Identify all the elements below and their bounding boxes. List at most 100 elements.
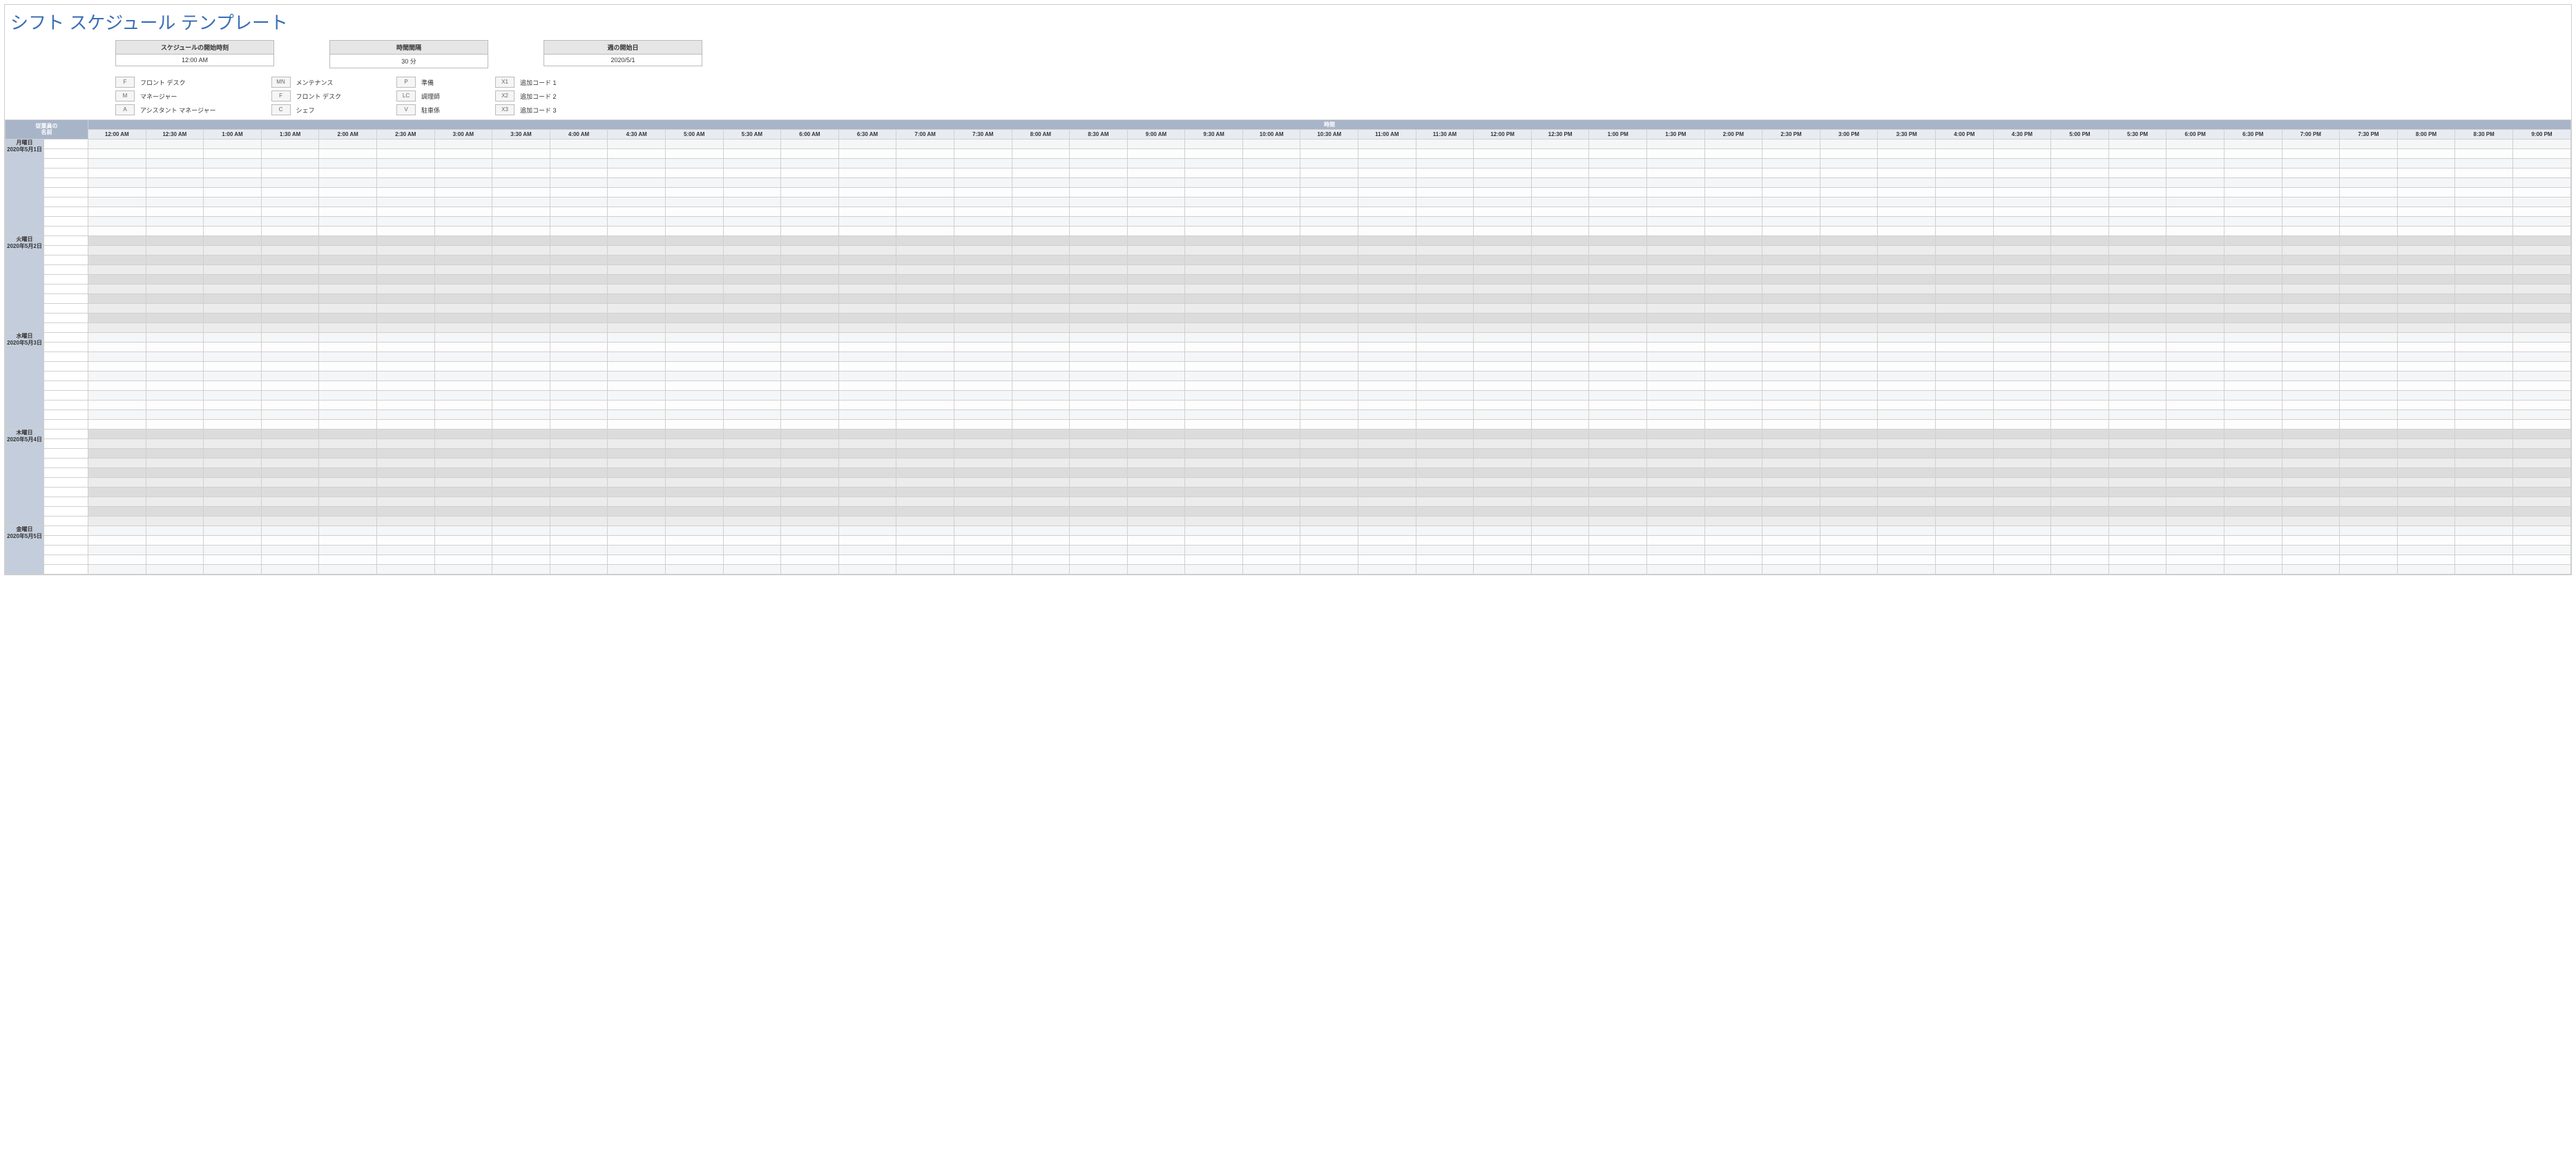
time-slot[interactable] (954, 265, 1012, 275)
employee-name-cell[interactable] (44, 149, 88, 159)
time-slot[interactable] (1474, 526, 1532, 536)
time-slot[interactable] (1474, 391, 1532, 401)
time-slot[interactable] (434, 333, 492, 343)
time-slot[interactable] (1012, 372, 1070, 381)
time-slot[interactable] (1589, 304, 1647, 314)
time-slot[interactable] (1878, 536, 1936, 546)
time-slot[interactable] (1878, 314, 1936, 323)
time-slot[interactable] (1878, 333, 1936, 343)
time-slot[interactable] (2166, 178, 2224, 188)
time-slot[interactable] (2455, 507, 2513, 517)
time-slot[interactable] (2455, 401, 2513, 410)
time-slot[interactable] (723, 304, 781, 314)
time-slot[interactable] (146, 526, 204, 536)
time-slot[interactable] (781, 430, 839, 439)
time-slot[interactable] (954, 439, 1012, 449)
time-slot[interactable] (434, 381, 492, 391)
time-slot[interactable] (1242, 546, 1300, 555)
time-slot[interactable] (608, 497, 666, 507)
time-slot[interactable] (1878, 478, 1936, 488)
time-slot[interactable] (1185, 188, 1243, 197)
time-slot[interactable] (1242, 343, 1300, 352)
time-slot[interactable] (1820, 265, 1878, 275)
time-slot[interactable] (608, 372, 666, 381)
time-slot[interactable] (492, 207, 550, 217)
time-slot[interactable] (954, 372, 1012, 381)
time-slot[interactable] (1762, 497, 1820, 507)
time-slot[interactable] (492, 459, 550, 468)
time-slot[interactable] (1820, 526, 1878, 536)
time-slot[interactable] (1531, 149, 1589, 159)
time-slot[interactable] (1531, 275, 1589, 285)
time-slot[interactable] (1993, 304, 2051, 314)
time-slot[interactable] (492, 372, 550, 381)
time-slot[interactable] (1070, 343, 1128, 352)
time-slot[interactable] (319, 159, 377, 168)
time-slot[interactable] (2512, 139, 2570, 149)
time-slot[interactable] (1416, 468, 1474, 478)
time-slot[interactable] (434, 246, 492, 256)
time-slot[interactable] (896, 420, 954, 430)
time-slot[interactable] (2166, 217, 2224, 226)
time-slot[interactable] (1820, 149, 1878, 159)
time-slot[interactable] (2512, 526, 2570, 536)
time-slot[interactable] (434, 488, 492, 497)
time-slot[interactable] (2512, 430, 2570, 439)
time-slot[interactable] (838, 207, 896, 217)
time-slot[interactable] (1936, 139, 1994, 149)
time-slot[interactable] (896, 226, 954, 236)
time-slot[interactable] (1300, 275, 1358, 285)
time-slot[interactable] (1070, 226, 1128, 236)
time-slot[interactable] (1762, 236, 1820, 246)
time-slot[interactable] (492, 139, 550, 149)
time-slot[interactable] (1589, 236, 1647, 246)
employee-name-cell[interactable] (44, 536, 88, 546)
time-slot[interactable] (1647, 256, 1705, 265)
time-slot[interactable] (376, 246, 434, 256)
time-slot[interactable] (1589, 507, 1647, 517)
time-slot[interactable] (896, 294, 954, 304)
time-slot[interactable] (1127, 546, 1185, 555)
time-slot[interactable] (2224, 304, 2282, 314)
time-slot[interactable] (376, 178, 434, 188)
time-slot[interactable] (2282, 265, 2340, 275)
time-slot[interactable] (1531, 526, 1589, 536)
time-slot[interactable] (1474, 488, 1532, 497)
time-slot[interactable] (376, 236, 434, 246)
time-slot[interactable] (1531, 507, 1589, 517)
employee-name-cell[interactable] (44, 362, 88, 372)
time-slot[interactable] (1416, 439, 1474, 449)
time-slot[interactable] (1820, 372, 1878, 381)
time-slot[interactable] (88, 410, 146, 420)
time-slot[interactable] (261, 372, 319, 381)
time-slot[interactable] (1127, 430, 1185, 439)
time-slot[interactable] (204, 275, 262, 285)
time-slot[interactable] (1242, 391, 1300, 401)
time-slot[interactable] (2108, 536, 2166, 546)
time-slot[interactable] (1185, 546, 1243, 555)
time-slot[interactable] (1416, 139, 1474, 149)
time-slot[interactable] (781, 159, 839, 168)
time-slot[interactable] (1185, 246, 1243, 256)
time-slot[interactable] (665, 188, 723, 197)
time-slot[interactable] (1704, 430, 1762, 439)
time-slot[interactable] (723, 468, 781, 478)
time-slot[interactable] (1820, 168, 1878, 178)
time-slot[interactable] (1589, 343, 1647, 352)
time-slot[interactable] (2108, 149, 2166, 159)
time-slot[interactable] (550, 372, 608, 381)
time-slot[interactable] (1878, 420, 1936, 430)
time-slot[interactable] (608, 275, 666, 285)
time-slot[interactable] (2340, 265, 2398, 275)
time-slot[interactable] (1358, 391, 1416, 401)
time-slot[interactable] (781, 314, 839, 323)
time-slot[interactable] (2340, 236, 2398, 246)
employee-name-cell[interactable] (44, 246, 88, 256)
time-slot[interactable] (2108, 401, 2166, 410)
time-slot[interactable] (1993, 246, 2051, 256)
time-slot[interactable] (1070, 265, 1128, 275)
time-slot[interactable] (1474, 459, 1532, 468)
time-slot[interactable] (896, 410, 954, 420)
time-slot[interactable] (319, 430, 377, 439)
time-slot[interactable] (1070, 391, 1128, 401)
